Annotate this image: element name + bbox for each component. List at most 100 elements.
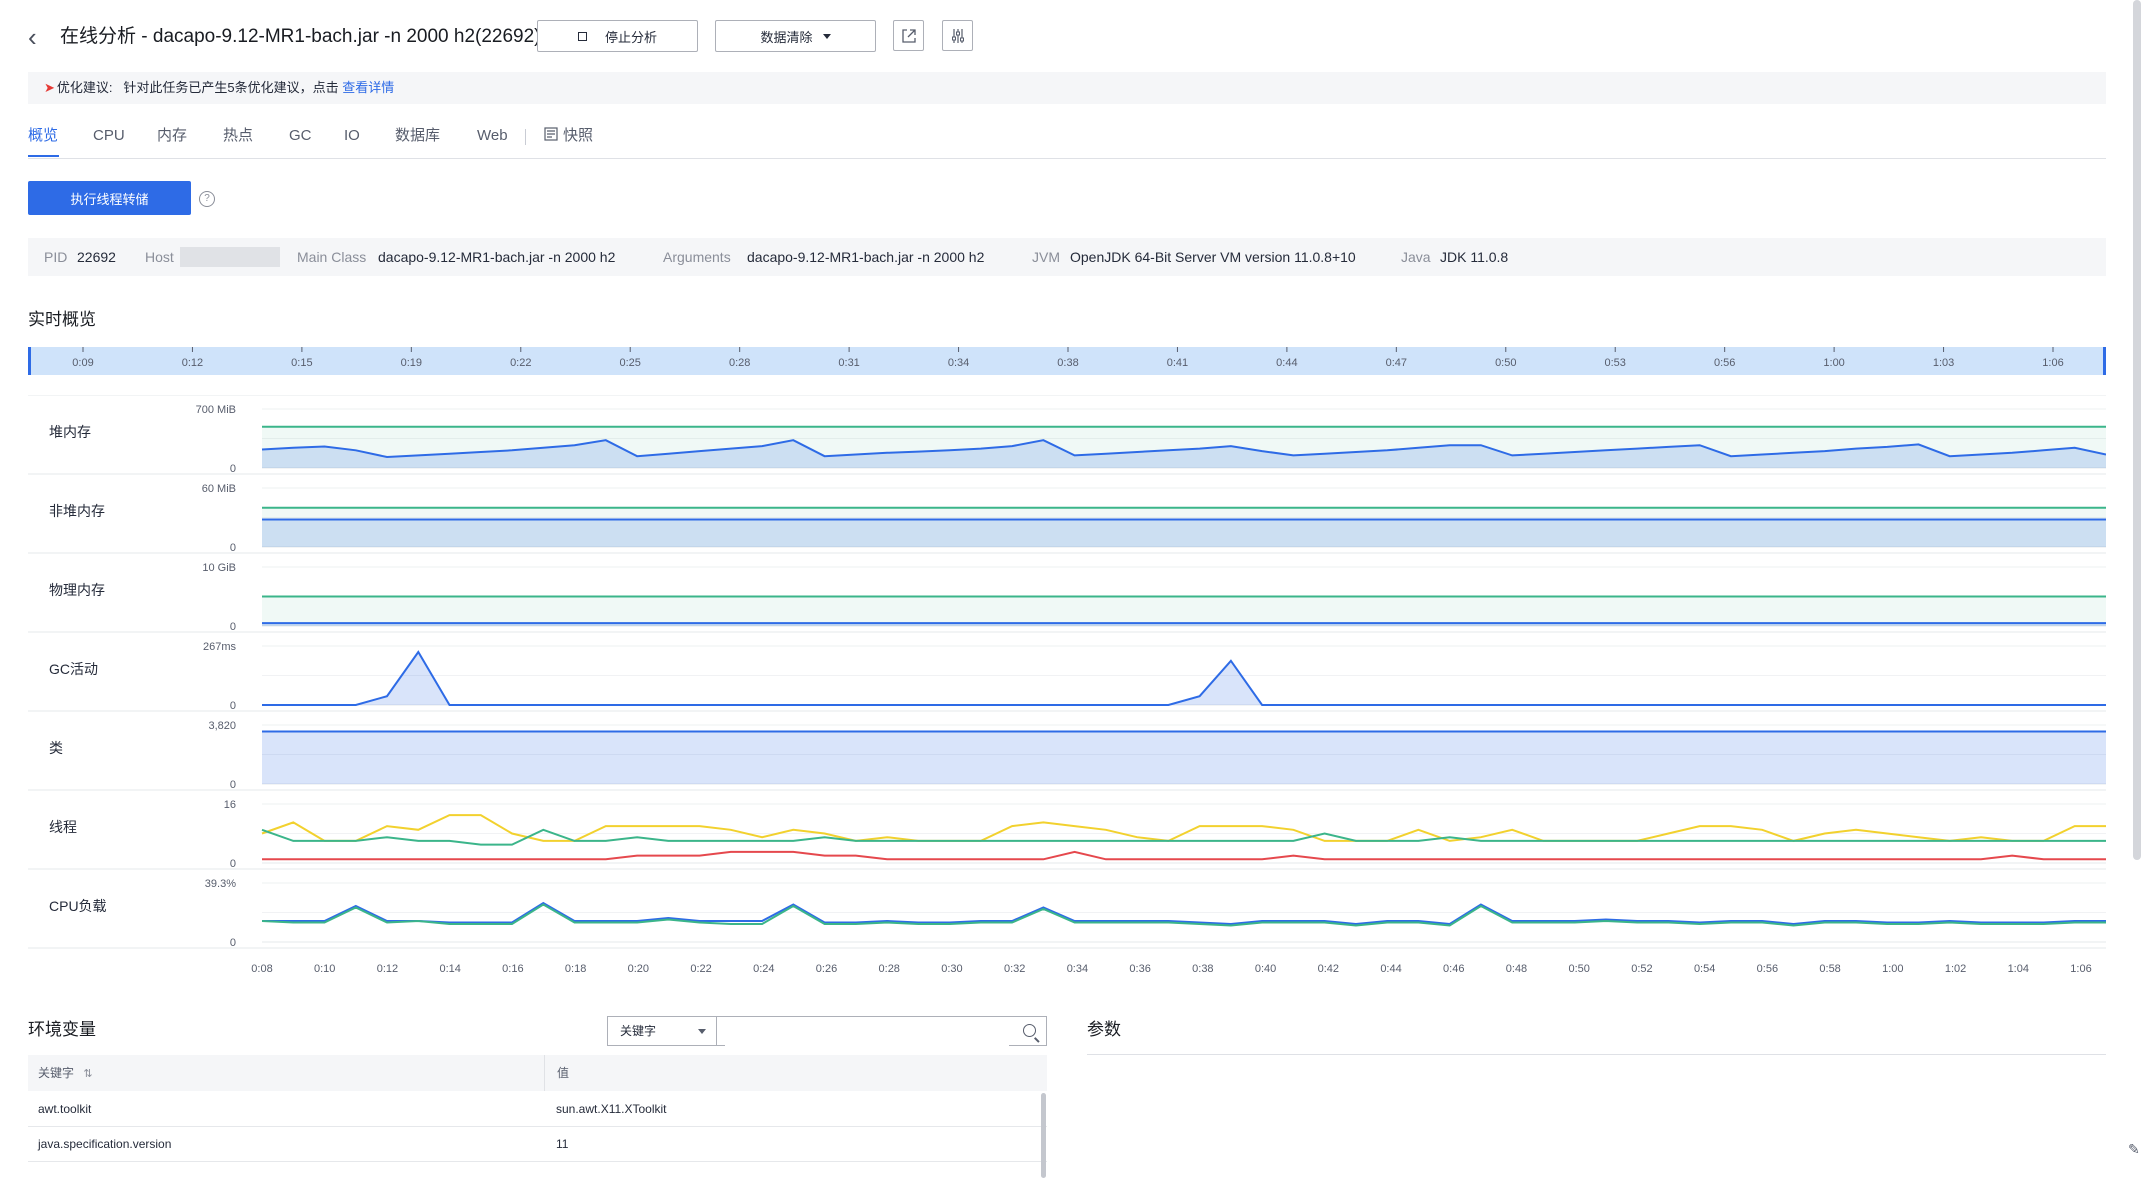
- stop-analysis-label: 停止分析: [604, 29, 657, 45]
- x-tick-label: 0:38: [1192, 963, 1213, 975]
- view-details-link[interactable]: 查看详情: [342, 80, 394, 95]
- timeline-tick-label: 0:15: [291, 357, 312, 369]
- tab-gc[interactable]: GC: [289, 124, 312, 148]
- thread-dump-button[interactable]: 执行线程转储: [28, 181, 191, 215]
- settings-sliders-button[interactable]: [942, 20, 973, 51]
- x-tick-label: 0:50: [1568, 963, 1589, 975]
- chart-row-label: GC活动: [49, 661, 98, 677]
- page-title: 在线分析 - dacapo-9.12-MR1-bach.jar -n 2000 …: [60, 26, 541, 47]
- page-scrollbar[interactable]: [2133, 0, 2141, 860]
- help-icon[interactable]: ?: [199, 191, 215, 207]
- chart-row-label: 线程: [49, 819, 77, 835]
- series-area: [262, 731, 2106, 784]
- timeline-range-slider[interactable]: 0:09 0:12 0:15 0:19 0:22 0:25 0:28 0:31 0:34 0:38…: [28, 347, 2106, 375]
- series-line: [262, 650, 2106, 706]
- x-tick-label: 0:18: [565, 963, 586, 975]
- chart-row: 非堆内存 60 MiB 0: [28, 473, 2106, 554]
- external-link-icon: [901, 28, 916, 43]
- stop-icon: [577, 31, 587, 41]
- chart-row: 堆内存 700 MiB 0: [28, 395, 2106, 475]
- realtime-charts: 堆内存 700 MiB 0 非堆内存 60 MiB 0 物理内存 10 GiB 0 GC活动 267…: [28, 395, 2106, 975]
- data-clear-dropdown[interactable]: 数据清除: [715, 20, 876, 52]
- x-tick-label: 0:26: [816, 963, 837, 975]
- y-max-label: 39.3%: [205, 878, 236, 890]
- tab-hotspot[interactable]: 热点: [223, 124, 253, 148]
- col-key-header[interactable]: 关键字 ⇅: [38, 1055, 93, 1092]
- x-tick-label: 0:46: [1443, 963, 1464, 975]
- edit-icon[interactable]: ✎: [2128, 1141, 2144, 1157]
- x-tick-label: 0:10: [314, 963, 335, 975]
- tab-overview[interactable]: 概览: [28, 124, 58, 148]
- x-tick-label: 0:28: [879, 963, 900, 975]
- sort-icon[interactable]: ⇅: [83, 1068, 92, 1080]
- tab-database[interactable]: 数据库: [395, 124, 440, 148]
- tab-memory[interactable]: 内存: [157, 124, 187, 148]
- timeline-tick-label: 0:44: [1276, 357, 1297, 369]
- series-line: [261, 903, 2106, 927]
- y-min-label: 0: [230, 542, 236, 554]
- y-max-label: 267ms: [203, 641, 237, 653]
- env-vars-title: 环境变量: [28, 1020, 96, 1039]
- suggestion-text: 针对此任务已产生5条优化建议，点击: [123, 80, 339, 95]
- timeline-ticks: 0:09 0:12 0:15 0:19 0:22 0:25 0:28 0:31 0:34 0:38…: [72, 347, 2064, 369]
- x-tick-label: 0:12: [377, 963, 398, 975]
- tab-io[interactable]: IO: [344, 124, 360, 148]
- x-tick-label: 0:20: [628, 963, 649, 975]
- x-tick-label: 1:00: [1882, 963, 1903, 975]
- x-tick-label: 0:40: [1255, 963, 1276, 975]
- jvm-label: JVM: [1032, 249, 1060, 265]
- x-tick-label: 0:08: [251, 963, 272, 975]
- x-tick-label: 0:32: [1004, 963, 1025, 975]
- series-line: [262, 901, 2106, 926]
- env-key: java.specification.version: [38, 1137, 172, 1151]
- realtime-overview-title: 实时概览: [28, 310, 96, 329]
- chart-row: 类 3,820 0: [28, 710, 2106, 791]
- col-value-header: 值: [544, 1055, 569, 1091]
- tab-cpu[interactable]: CPU: [93, 124, 125, 148]
- host-label: Host: [145, 249, 174, 265]
- env-search-input[interactable]: [725, 1018, 1009, 1046]
- stop-analysis-button[interactable]: 停止分析: [537, 20, 698, 52]
- params-divider: [1087, 1054, 2106, 1055]
- optimization-suggestion-bar: ➤ 优化建议: 针对此任务已产生5条优化建议，点击 查看详情: [28, 72, 2106, 104]
- env-filter-select[interactable]: 关键字: [607, 1016, 717, 1046]
- x-tick-label: 0:48: [1506, 963, 1527, 975]
- arguments-label: Arguments: [663, 249, 731, 265]
- chevron-down-icon: [698, 1029, 706, 1034]
- search-icon[interactable]: [1023, 1024, 1036, 1037]
- tab-snapshot[interactable]: 快照: [543, 124, 593, 148]
- chart-row: 物理内存 10 GiB 0: [28, 552, 2106, 633]
- col-key-label: 关键字: [38, 1066, 75, 1080]
- y-max-label: 16: [224, 799, 236, 811]
- timeline-tick-label: 0:34: [948, 357, 969, 369]
- data-clear-label: 数据清除: [760, 29, 813, 45]
- caret-down-icon: [822, 33, 831, 39]
- x-tick-label: 0:58: [1819, 963, 1840, 975]
- active-tab-indicator: [28, 155, 59, 157]
- timeline-tick-label: 0:50: [1495, 357, 1516, 369]
- timeline-tick-label: 0:47: [1386, 357, 1407, 369]
- y-min-label: 0: [230, 700, 236, 712]
- env-key: awt.toolkit: [38, 1102, 92, 1116]
- external-link-button[interactable]: [893, 20, 924, 51]
- y-max-label: 700 MiB: [196, 404, 236, 416]
- timeline-tick-label: 0:09: [72, 357, 93, 369]
- chart-row-label: 类: [49, 740, 63, 756]
- x-tick-label: 0:42: [1318, 963, 1339, 975]
- snapshot-icon: [544, 127, 558, 141]
- env-search-box[interactable]: [717, 1016, 1047, 1046]
- x-tick-label: 1:06: [2070, 963, 2091, 975]
- back-icon[interactable]: ‹: [28, 22, 48, 52]
- chart-row: 线程 16 0: [28, 789, 2106, 870]
- y-min-label: 0: [230, 779, 236, 791]
- x-tick-label: 0:24: [753, 963, 774, 975]
- timeline-tick-label: 0:53: [1605, 357, 1626, 369]
- timeline-tick-label: 0:56: [1714, 357, 1735, 369]
- table-scrollbar[interactable]: [1041, 1093, 1046, 1178]
- x-tick-label: 0:44: [1380, 963, 1401, 975]
- tab-web[interactable]: Web: [477, 124, 508, 148]
- timeline-tick-label: 1:03: [1933, 357, 1954, 369]
- chart-row-label: 堆内存: [49, 424, 91, 440]
- x-tick-label: 0:56: [1757, 963, 1778, 975]
- pid-label: PID: [44, 249, 68, 265]
